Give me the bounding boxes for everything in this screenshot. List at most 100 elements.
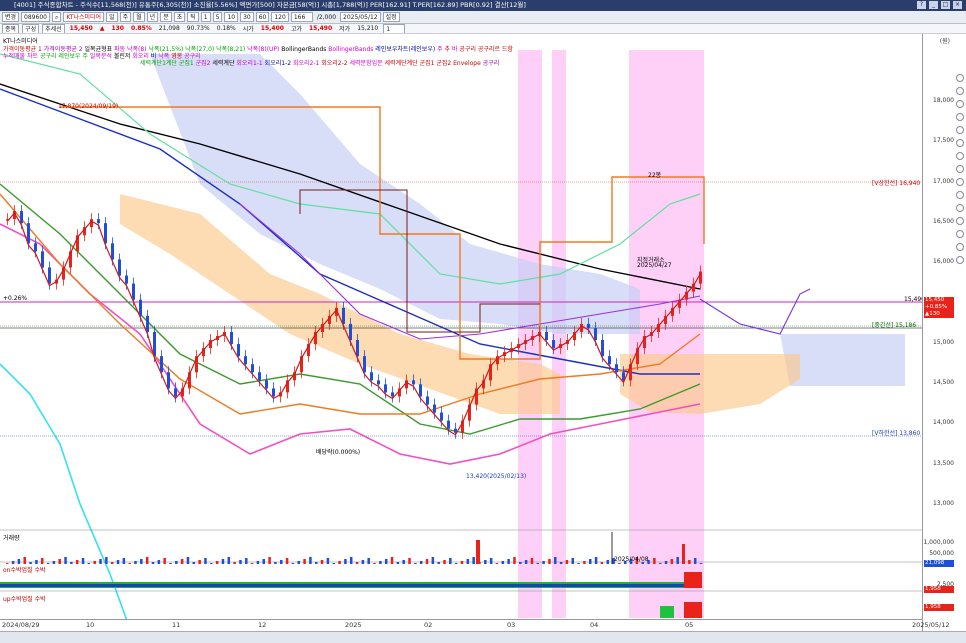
price-tick: 16,000: [933, 258, 954, 266]
volume-bar: [145, 557, 149, 564]
legend-item[interactable]: 군집1: [179, 60, 196, 67]
close-icon[interactable]: ×: [953, 1, 962, 9]
chart-canvas[interactable]: [0, 34, 922, 631]
up-spike: [660, 606, 674, 618]
tab-composition[interactable]: 구성: [22, 24, 40, 33]
legend-item[interactable]: 낙폭(8,21): [216, 46, 247, 53]
price-axis[interactable]: (원) 18,00017,50017,00016,50016,00015,500…: [922, 34, 966, 631]
zoom-value: /2,000: [316, 13, 337, 21]
tool-circle-icon[interactable]: [956, 217, 964, 225]
change-mode-button[interactable]: 변경: [2, 12, 20, 22]
tool-circle-icon[interactable]: [956, 113, 964, 121]
candle: [363, 356, 366, 373]
legend-item[interactable]: 레인보우차트(레인보우): [375, 46, 437, 53]
legend-item[interactable]: 회오리2-1: [293, 60, 321, 67]
help-icon[interactable]: ?: [917, 1, 926, 9]
volume-bar: [606, 560, 609, 564]
legend-item[interactable]: 낙폭(8)(UP): [247, 46, 281, 53]
legend-item[interactable]: BollingerBands: [281, 46, 328, 53]
legend-item[interactable]: 공구리르: [478, 46, 502, 53]
period-second-button[interactable]: 초: [173, 12, 186, 22]
period-year-button[interactable]: 년: [146, 12, 159, 22]
volume-bar: [17, 559, 21, 564]
minimize-icon[interactable]: _: [929, 1, 938, 9]
settings-button[interactable]: 설정: [382, 12, 400, 22]
legend-item[interactable]: 공구리: [459, 46, 477, 53]
tool-circle-icon[interactable]: [956, 256, 964, 264]
legend-item[interactable]: 누적매물: [3, 53, 27, 60]
legend-item[interactable]: 공구리: [40, 53, 58, 60]
legend-item[interactable]: BollingerBands: [328, 46, 375, 53]
volume-bar: [554, 557, 557, 564]
legend-item[interactable]: 공구리: [483, 60, 500, 67]
minute-120-button[interactable]: 120: [271, 12, 289, 22]
time-axis[interactable]: 2024/08/29 10 11 12 2025 02 03 04 05 202…: [0, 619, 949, 631]
legend-item[interactable]: 세력분함입문: [350, 60, 385, 67]
minute-30-button[interactable]: 30: [240, 12, 254, 22]
period-week-button[interactable]: 주: [119, 12, 132, 22]
tool-circle-icon[interactable]: [956, 152, 964, 160]
period-month-button[interactable]: 월: [133, 12, 145, 22]
date-input[interactable]: 2025/05/12: [340, 12, 381, 22]
legend-item[interactable]: 주: [82, 53, 89, 60]
legend-item[interactable]: 세력계단계단: [385, 60, 420, 67]
stock-name-chip[interactable]: KT나스미디어: [63, 12, 105, 22]
candle: [342, 307, 345, 324]
tool-circle-icon[interactable]: [956, 204, 964, 212]
legend-item[interactable]: 세력계단: [212, 60, 236, 67]
legend-item[interactable]: 차트: [27, 53, 40, 60]
tool-circle-icon[interactable]: [956, 165, 964, 173]
status-bar: [0, 631, 966, 643]
tab-stock[interactable]: 종목: [2, 24, 20, 33]
minute-5-button[interactable]: 5: [212, 12, 223, 22]
legend-item[interactable]: 회오리1-2: [265, 60, 293, 67]
period-tick-button[interactable]: 틱: [187, 12, 199, 22]
minute-60-button[interactable]: 60: [255, 12, 270, 22]
legend-item[interactable]: 군집2: [196, 60, 213, 67]
legend-item[interactable]: 세력계단1계단: [140, 60, 179, 67]
candle: [384, 384, 387, 393]
tool-circle-icon[interactable]: [956, 191, 964, 199]
volume-bar: [40, 558, 44, 564]
legend-item[interactable]: 회오리1-1: [236, 60, 264, 67]
tab-trendline[interactable]: 추세선: [42, 24, 65, 33]
period-day-button[interactable]: 일: [106, 12, 118, 22]
legend-item[interactable]: 볼린저: [114, 53, 132, 60]
tool-circle-icon[interactable]: [956, 230, 964, 238]
candle: [349, 323, 352, 341]
legend-item[interactable]: 레인보우: [58, 53, 82, 60]
legend-item[interactable]: 드함: [502, 46, 513, 53]
price-chart[interactable]: [0, 34, 922, 631]
legend-item[interactable]: 군집2: [436, 60, 453, 67]
legend-item[interactable]: 일목분석: [90, 53, 114, 60]
legend-item[interactable]: 주: [437, 46, 444, 53]
tool-circle-icon[interactable]: [956, 178, 964, 186]
maximize-icon[interactable]: □: [941, 1, 950, 9]
up-spike: [684, 602, 702, 618]
volume-bar: [501, 561, 505, 564]
tool-circle-icon[interactable]: [956, 74, 964, 82]
search-icon[interactable]: ⌕: [51, 12, 62, 22]
vol-tick-2: 500,000: [929, 550, 954, 557]
bar-count-input[interactable]: 166: [290, 12, 313, 22]
volume-bar: [349, 557, 353, 564]
tool-circle-icon[interactable]: [956, 243, 964, 251]
volume-bar: [548, 559, 551, 564]
legend-item[interactable]: Envelope: [453, 60, 483, 67]
minute-10-button[interactable]: 10: [224, 12, 239, 22]
tool-circle-icon[interactable]: [956, 100, 964, 108]
volume-bar: [157, 560, 161, 564]
tool-circle-icon[interactable]: [956, 87, 964, 95]
page-input[interactable]: 1: [383, 24, 406, 33]
tool-circle-icon[interactable]: [956, 126, 964, 134]
tool-circle-icon[interactable]: [956, 139, 964, 147]
candle: [125, 275, 128, 284]
period-minute-button[interactable]: 분: [160, 12, 172, 22]
minute-1-button[interactable]: 1: [200, 12, 211, 22]
volume-bar: [227, 557, 231, 564]
stock-code-input[interactable]: 089600: [21, 12, 50, 22]
legend-item[interactable]: 군집1: [420, 60, 437, 67]
volume-bar: [414, 563, 417, 564]
legend-item[interactable]: 회오리2-2: [321, 60, 349, 67]
legend-item[interactable]: 추: [445, 46, 452, 53]
